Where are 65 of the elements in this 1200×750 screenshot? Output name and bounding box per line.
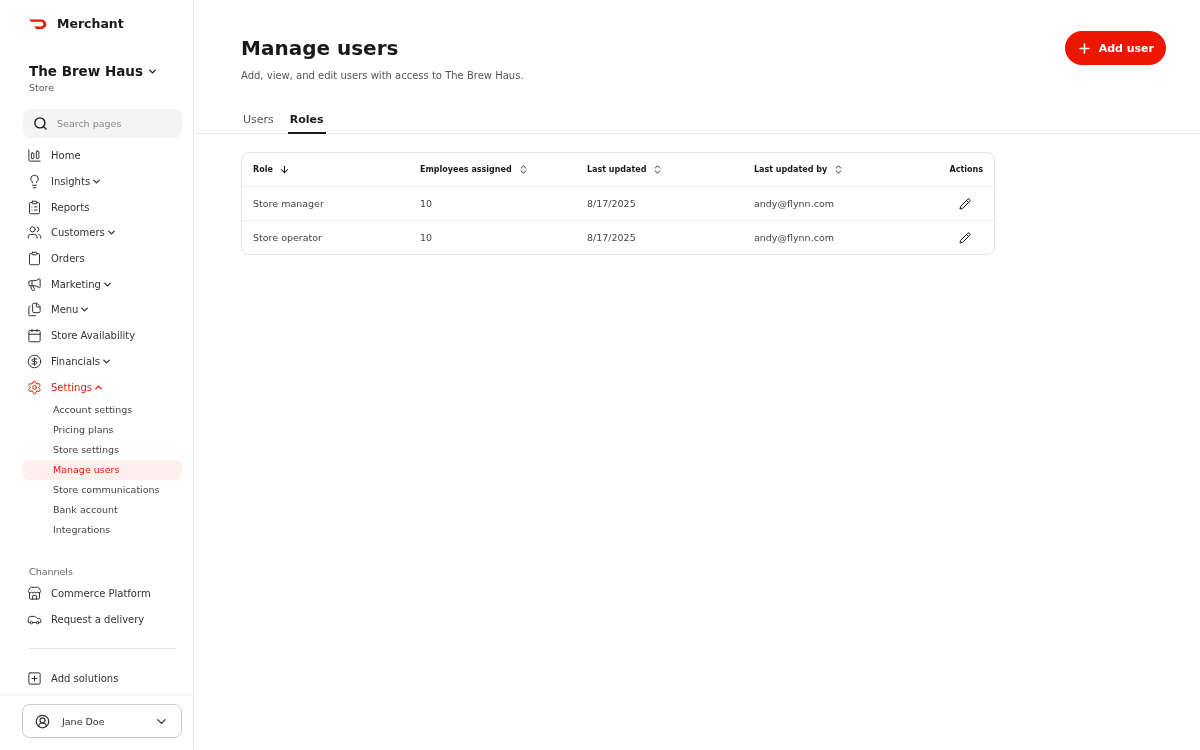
logo-icon bbox=[29, 18, 49, 29]
nav-item[interactable]: Customers bbox=[51, 227, 117, 239]
table-cell-text: Store manager bbox=[253, 198, 325, 209]
store-icon bbox=[27, 586, 42, 602]
nav-item[interactable]: Add solutions bbox=[51, 672, 119, 684]
dollar-icon bbox=[27, 353, 42, 369]
add-user-button[interactable]: Add user bbox=[1064, 31, 1166, 65]
column-header: Employees assigned bbox=[420, 164, 529, 175]
nav-item[interactable]: Reports bbox=[51, 201, 90, 213]
user-icon bbox=[35, 713, 50, 729]
nav-subitem[interactable]: Store settings bbox=[23, 439, 182, 460]
table-cell-text: 10 bbox=[420, 198, 434, 209]
nav-item[interactable]: Financials bbox=[51, 355, 112, 367]
store-type: Store bbox=[29, 82, 56, 93]
nav-item[interactable]: Insights bbox=[51, 176, 103, 188]
table-cell-text: 10 bbox=[420, 232, 434, 243]
chart-icon bbox=[27, 148, 42, 164]
nav-subitem[interactable]: Integrations bbox=[23, 519, 182, 540]
column-header: Role bbox=[253, 164, 290, 175]
nav-subitem[interactable]: Account settings bbox=[23, 399, 182, 420]
edit-button[interactable] bbox=[957, 195, 973, 212]
section-heading: Channels bbox=[29, 565, 74, 577]
search-field[interactable]: Search pages bbox=[23, 109, 182, 138]
nav-item[interactable]: Settings bbox=[51, 381, 104, 393]
tab[interactable]: Users bbox=[241, 109, 276, 134]
megaphone-icon bbox=[27, 276, 42, 292]
nav-item[interactable]: Home bbox=[51, 150, 81, 162]
table-cell-text: Store operator bbox=[253, 232, 323, 243]
user-menu-button[interactable]: Jane Doe bbox=[22, 704, 182, 738]
lightbulb-icon bbox=[27, 174, 42, 190]
users-icon bbox=[27, 225, 42, 241]
edit-button[interactable] bbox=[957, 229, 973, 246]
settings-icon bbox=[27, 379, 42, 395]
page-title: Manage users bbox=[241, 36, 400, 60]
brand-name: Merchant bbox=[57, 16, 124, 31]
nav-subitem[interactable]: Bank account bbox=[23, 499, 182, 520]
nav-subitem[interactable]: Manage users bbox=[23, 459, 182, 480]
clipboard-icon bbox=[27, 199, 42, 215]
nav-item[interactable]: Marketing bbox=[51, 278, 113, 290]
nav-item[interactable]: Store Availability bbox=[51, 330, 136, 342]
add-icon bbox=[27, 670, 42, 686]
column-header: Actions bbox=[949, 165, 983, 174]
table-cell-text: andy@flynn.com bbox=[754, 198, 835, 209]
pencil-icon bbox=[959, 231, 971, 244]
nav-subitem[interactable]: Pricing plans bbox=[23, 419, 182, 440]
plus-icon bbox=[1076, 40, 1092, 56]
table-cell-text: 8/17/2025 bbox=[587, 198, 637, 209]
store-name[interactable]: The Brew Haus bbox=[29, 63, 143, 79]
table-cell-text: 8/17/2025 bbox=[587, 232, 637, 243]
nav-item[interactable]: Menu bbox=[51, 304, 91, 316]
column-header: Last updated bbox=[587, 164, 664, 175]
tab[interactable]: Roles bbox=[287, 109, 326, 134]
nav-item[interactable]: Request a delivery bbox=[51, 613, 145, 625]
arrow-down-icon[interactable] bbox=[278, 164, 290, 175]
pencil-icon bbox=[959, 197, 971, 210]
nav-item[interactable]: Orders bbox=[51, 253, 85, 265]
document-icon bbox=[27, 302, 42, 318]
nav-subitem[interactable]: Store communications bbox=[23, 479, 182, 500]
clipboard-icon bbox=[27, 251, 42, 267]
table-cell-text: andy@flynn.com bbox=[754, 232, 835, 243]
column-header: Last updated by bbox=[754, 164, 845, 175]
nav-item[interactable]: Commerce Platform bbox=[51, 588, 151, 600]
page-subtitle: Add, view, and edit users with access to The Brew Haus. bbox=[241, 70, 524, 81]
search-icon bbox=[33, 116, 48, 131]
calendar-icon bbox=[27, 328, 42, 344]
